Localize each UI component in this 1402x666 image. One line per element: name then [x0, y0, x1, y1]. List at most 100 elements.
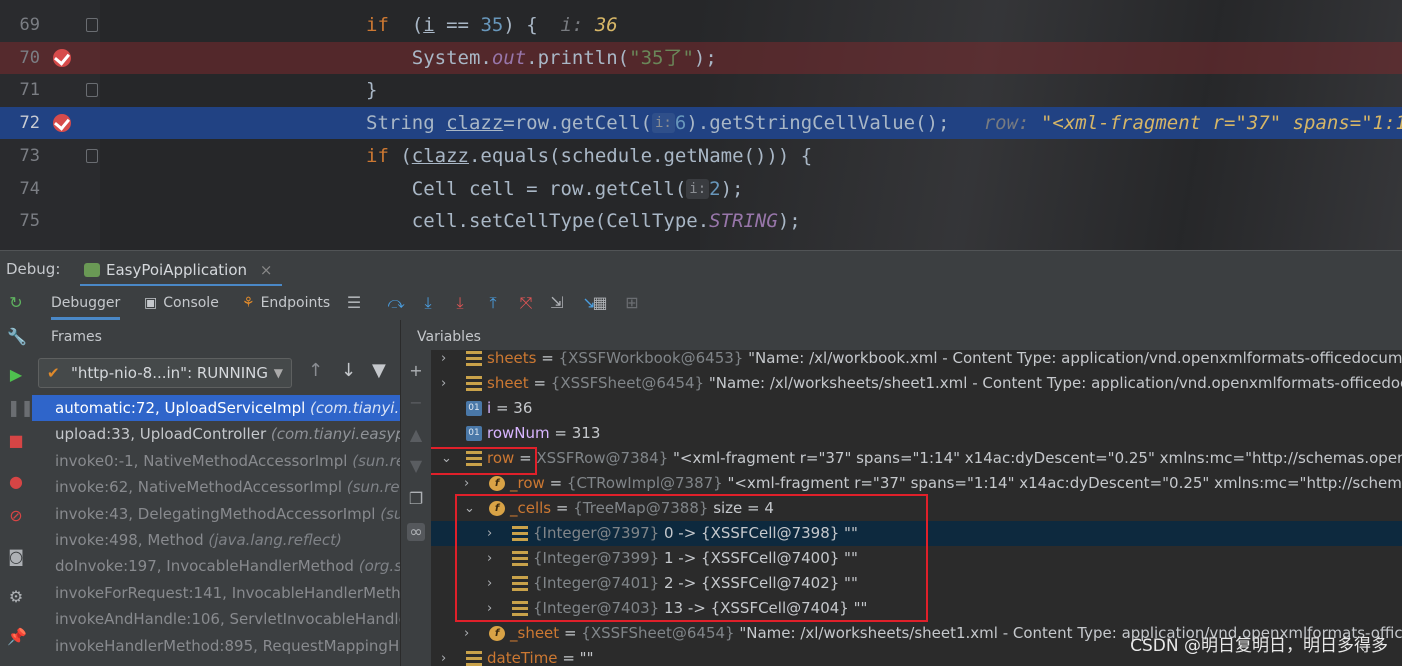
code-text: } [366, 74, 377, 106]
stack-frame[interactable]: automatic:72, UploadServiceImpl (com.tia… [32, 395, 400, 421]
frame-method: automatic:72, UploadServiceImpl [55, 399, 311, 417]
code-token: clazz [446, 112, 504, 135]
endpoints-icon: ⚘ [242, 295, 255, 311]
show-watches-icon[interactable]: ∞ [407, 523, 425, 541]
code-line[interactable]: 72 String clazz=row.getCell(i: 6).getStrin… [0, 107, 1402, 140]
tab-console[interactable]: ▣ Console [144, 286, 219, 320]
code-line[interactable]: 75 cell.setCellType(CellType.STRING); [0, 205, 1402, 237]
close-tab-icon[interactable]: × [260, 261, 273, 279]
stack-frame[interactable]: upload:33, UploadController (com.tianyi.… [32, 421, 400, 447]
add-watch-icon[interactable]: + [407, 362, 425, 380]
variable-text: row = XSSFRow@7384} "<xml-fragment r="37… [487, 446, 1402, 471]
variable-row[interactable]: › f _row = {CTRowImpl@7387} "<xml-fragment… [431, 471, 1402, 496]
stack-frame[interactable]: invokeAndHandle:106, ServletInvocableHan… [32, 606, 400, 632]
code-line[interactable]: 69 if (i == 35) { i: 36 [0, 9, 1402, 41]
wrench-icon[interactable]: 🔧 [7, 328, 27, 346]
copy-icon[interactable]: ❐ [407, 490, 425, 508]
primitive-icon: 01 [466, 401, 482, 416]
settings-gear-icon[interactable]: ⚙ [7, 588, 25, 606]
tab-debugger-label: Debugger [51, 295, 121, 311]
code-line[interactable]: 71} [0, 74, 1402, 106]
code-token: STRING [709, 210, 778, 233]
fold-marker-icon[interactable] [86, 83, 98, 98]
show-execution-point-icon[interactable]: ⤼ [386, 293, 406, 313]
step-over-icon[interactable]: ⤓ [418, 293, 438, 313]
stack-frame[interactable]: doInvoke:197, InvocableHandlerMethod (or… [32, 553, 400, 579]
breakpoint-icon[interactable] [53, 114, 71, 133]
stop-icon[interactable]: ■ [7, 432, 25, 450]
code-token: ); [720, 177, 744, 200]
resume-icon[interactable]: ▶ [7, 366, 25, 384]
field-icon: f [489, 476, 505, 491]
variable-row[interactable]: ⌄ row = XSSFRow@7384} "<xml-fragment r="3… [431, 446, 1402, 471]
code-editor[interactable]: 69 if (i == 35) { i: 36 70 System.out.prin… [0, 0, 1402, 250]
pin-icon[interactable]: 📌 [7, 628, 27, 646]
drop-frame-icon[interactable]: ⤧ [516, 293, 536, 313]
step-out-icon[interactable]: ⤒ [483, 293, 503, 313]
variable-text: sheet = {XSSFSheet@6454} "Name: /xl/work… [487, 371, 1402, 396]
code-token: ); [693, 46, 717, 69]
thread-selector[interactable]: ✔ "http-nio-8...in": RUNNING ▼ [38, 358, 292, 388]
filter-icon[interactable]: ▼ [372, 360, 386, 381]
stack-frame[interactable]: invoke:62, NativeMethodAccessorImpl (sun… [32, 474, 400, 500]
trace-icon[interactable]: ⊞ [622, 293, 642, 313]
collapsed-arrow-icon[interactable]: › [441, 346, 446, 371]
pause-icon[interactable]: ❚❚ [7, 399, 34, 417]
object-icon [466, 376, 482, 391]
object-icon [466, 351, 482, 366]
variable-value: = 313 [554, 424, 601, 442]
stack-frame[interactable]: invokeHandlerMethod:895, RequestMappingH… [32, 633, 400, 659]
parameter-hint: i: [652, 113, 675, 134]
tab-debugger[interactable]: Debugger [51, 286, 121, 320]
variable-row[interactable]: 01 rowNum = 313 [431, 421, 1402, 446]
up-arrow-icon[interactable]: ↑ [308, 360, 323, 381]
stack-frame[interactable]: invoke:498, Method (java.lang.reflect) [32, 527, 400, 553]
code-token: out [491, 46, 527, 69]
variable-row[interactable]: › sheet = {XSSFSheet@6454} "Name: /xl/wor… [431, 371, 1402, 396]
force-step-into-icon[interactable]: ⤓ [450, 293, 470, 313]
code-text: System.out.println("35了"); [366, 42, 717, 74]
collapsed-arrow-icon[interactable]: › [464, 621, 469, 646]
variables-header: Variables [417, 329, 481, 345]
code-line[interactable]: 73 if (clazz.equals(schedule.getName())) … [0, 140, 1402, 172]
stack-frame[interactable]: invoke0:-1, NativeMethodAccessorImpl (su… [32, 448, 400, 474]
variable-row[interactable]: › sheets = {XSSFWorkbook@6453} "Name: /xl… [431, 346, 1402, 371]
rerun-icon[interactable]: ↻ [7, 294, 25, 312]
variable-type: XSSFRow@7384} [536, 449, 669, 467]
camera-icon[interactable]: ◙ [7, 548, 25, 566]
breakpoint-icon[interactable] [53, 48, 71, 67]
code-token: row: [983, 112, 1041, 135]
remove-icon[interactable]: − [407, 394, 425, 412]
code-token: String [366, 112, 447, 135]
layout-menu-icon[interactable]: ☰ [344, 293, 364, 313]
code-line[interactable]: 70 System.out.println("35了"); [0, 41, 1402, 74]
code-token: if [366, 14, 389, 36]
collapsed-arrow-icon[interactable]: › [441, 371, 446, 396]
mute-breakpoints-icon[interactable]: ⊘ [7, 507, 25, 525]
run-config-tab[interactable]: EasyPoiApplication × [80, 256, 283, 287]
fold-marker-icon[interactable] [86, 18, 98, 32]
tab-endpoints[interactable]: ⚘ Endpoints [242, 286, 330, 320]
evaluate-expression-icon[interactable]: ▦ [590, 293, 610, 313]
fold-marker-icon[interactable] [86, 148, 98, 163]
spring-boot-icon [84, 263, 100, 277]
debug-tool-window-header: Debug: EasyPoiApplication × [0, 250, 1402, 287]
variable-name: dateTime [487, 649, 558, 666]
frame-package: (sun.refl [352, 451, 400, 470]
code-token: } [366, 79, 378, 102]
stack-frame[interactable]: invokeForRequest:141, InvocableHandlerMe… [32, 580, 401, 606]
run-to-cursor-icon[interactable]: ⇲ [547, 293, 567, 313]
stack-frame[interactable]: invoke:43, DelegatingMethodAccessorImpl … [32, 501, 400, 527]
code-token: 35 [480, 14, 504, 36]
field-icon: f [489, 626, 505, 641]
frame-method: invokeForRequest:141, InvocableHandlerMe… [55, 583, 401, 602]
down-arrow-icon[interactable]: ↓ [341, 360, 356, 381]
move-up-icon[interactable]: ▲ [407, 426, 425, 444]
view-breakpoints-icon[interactable]: ● [7, 473, 25, 491]
variable-row[interactable]: 01 i = 36 [431, 396, 1402, 421]
collapsed-arrow-icon[interactable]: › [441, 646, 446, 666]
code-line[interactable]: 74 Cell cell = row.getCell(i: 2); [0, 173, 1402, 205]
variable-value: "Name: /xl/worksheets/sheet1.xml - Conte… [704, 374, 1402, 392]
variable-value: "<xml-fragment r="37" spans="1:14" x14ac… [722, 474, 1402, 492]
move-down-icon[interactable]: ▼ [407, 457, 425, 475]
